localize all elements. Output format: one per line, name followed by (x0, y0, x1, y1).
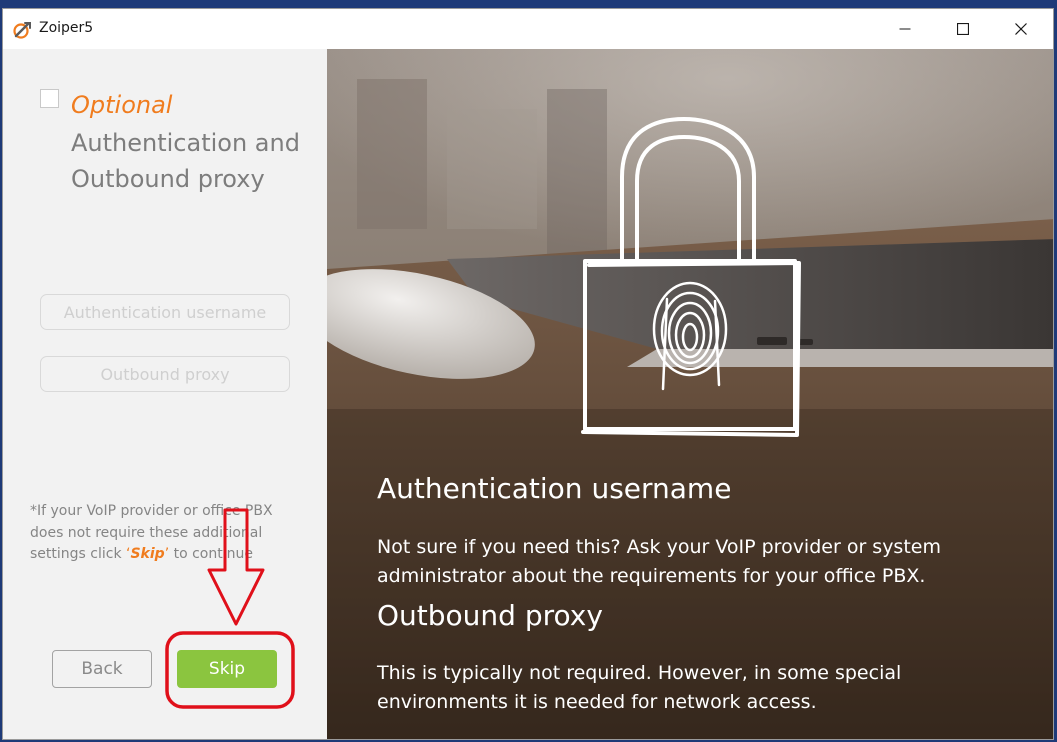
auth-username-description: Not sure if you need this? Ask your VoIP… (377, 536, 941, 587)
auth-username-title: Authentication username (377, 472, 732, 505)
outbound-proxy-description: This is typically not required. However,… (377, 662, 902, 713)
optional-label: Optional (71, 91, 173, 119)
back-button[interactable]: Back (52, 650, 152, 688)
optional-checkbox[interactable] (40, 89, 59, 108)
panel-heading: Authentication and Outbound proxy (71, 129, 300, 193)
app-window: Zoiper5 Optional Authentication and Outb… (2, 8, 1054, 740)
close-icon (1015, 23, 1027, 35)
background-photo-illustration (327, 49, 1053, 739)
maximize-button[interactable] (934, 9, 992, 49)
skip-hint-text: *If your VoIP provider or office PBX doe… (30, 501, 310, 566)
outbound-proxy-title: Outbound proxy (377, 599, 603, 632)
skip-button[interactable]: Skip (177, 650, 277, 688)
title-bar[interactable]: Zoiper5 (3, 9, 1053, 49)
minimize-button[interactable] (876, 9, 934, 49)
hint-skip-word: Skip (130, 546, 165, 562)
zoiper-logo-icon (13, 22, 31, 39)
close-button[interactable] (992, 9, 1050, 49)
settings-panel: Optional Authentication and Outbound pro… (3, 49, 327, 739)
outbound-proxy-input[interactable] (40, 356, 290, 392)
minimize-icon (899, 28, 911, 30)
hint-text-end: to continue (169, 546, 253, 562)
info-panel: Authentication username Not sure if you … (327, 49, 1053, 739)
maximize-icon (957, 23, 969, 35)
auth-username-input[interactable] (40, 294, 290, 330)
window-title: Zoiper5 (39, 20, 94, 36)
